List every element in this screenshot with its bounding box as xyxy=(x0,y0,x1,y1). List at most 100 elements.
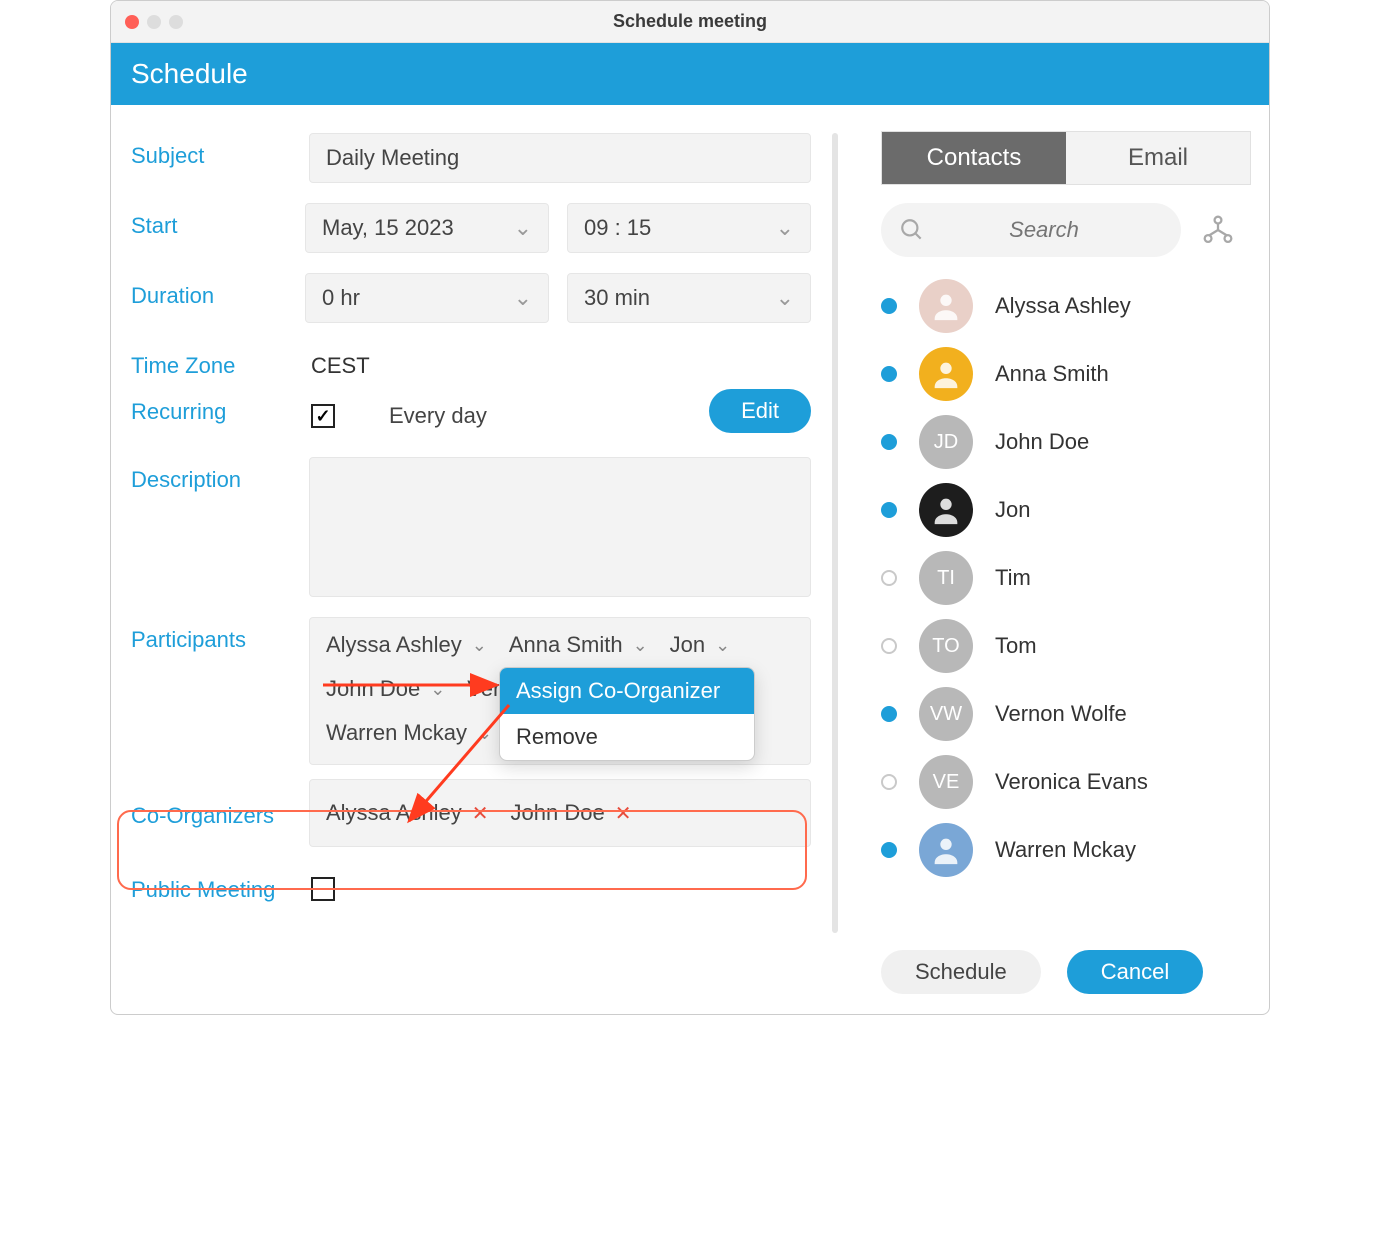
contact-name: Alyssa Ashley xyxy=(995,293,1131,319)
duration-hour-dropdown[interactable]: 0 hr ⌄ xyxy=(305,273,549,323)
contact-row[interactable]: Alyssa Ashley xyxy=(881,279,1259,333)
remove-icon[interactable]: ✕ xyxy=(472,801,489,826)
status-dot xyxy=(881,842,897,858)
avatar: VE xyxy=(919,755,973,809)
participant-name: Warren Mckay xyxy=(326,720,467,746)
status-dot xyxy=(881,366,897,382)
participant-name: Jon xyxy=(670,632,705,658)
search-box[interactable] xyxy=(881,203,1181,257)
description-input[interactable] xyxy=(309,457,811,597)
chevron-down-icon: ⌄ xyxy=(430,679,445,700)
contact-row[interactable]: Jon xyxy=(881,483,1259,537)
contact-row[interactable]: TI Tim xyxy=(881,551,1259,605)
tab-email[interactable]: Email xyxy=(1066,132,1250,184)
timezone-value: CEST xyxy=(311,343,370,379)
public-meeting-checkbox[interactable] xyxy=(311,877,335,901)
public-meeting-label: Public Meeting xyxy=(131,867,311,903)
status-dot xyxy=(881,570,897,586)
contact-name: Tim xyxy=(995,565,1031,591)
avatar xyxy=(919,347,973,401)
chevron-down-icon: ⌄ xyxy=(715,635,730,656)
search-icon xyxy=(899,217,925,243)
participant-chip[interactable]: John Doe ⌄ xyxy=(326,676,445,702)
contact-row[interactable]: Warren Mckay xyxy=(881,823,1259,877)
coorganizer-chip[interactable]: John Doe ✕ xyxy=(511,800,632,826)
participants-label: Participants xyxy=(131,617,309,653)
avatar xyxy=(919,279,973,333)
body: Subject Daily Meeting Start May, 15 2023… xyxy=(111,105,1269,1014)
status-dot xyxy=(881,434,897,450)
window-title: Schedule meeting xyxy=(111,11,1269,32)
remove-icon[interactable]: ✕ xyxy=(615,801,632,826)
contact-row[interactable]: VW Vernon Wolfe xyxy=(881,687,1259,741)
participant-name: Anna Smith xyxy=(509,632,623,658)
assign-coorganizer-menu-item[interactable]: Assign Co-Organizer xyxy=(500,668,754,714)
participant-chip[interactable]: Jon ⌄ xyxy=(670,632,731,658)
minimize-window-button[interactable] xyxy=(147,15,161,29)
start-time-value: 09 : 15 xyxy=(584,215,651,241)
duration-min-dropdown[interactable]: 30 min ⌄ xyxy=(567,273,811,323)
avatar xyxy=(919,483,973,537)
remove-participant-menu-item[interactable]: Remove xyxy=(500,714,754,760)
contact-row[interactable]: JDJohn Doe xyxy=(881,415,1259,469)
coorganizer-name: Alyssa Ashley xyxy=(326,800,462,826)
coorganizer-chip[interactable]: Alyssa Ashley ✕ xyxy=(326,800,489,826)
avatar xyxy=(919,823,973,877)
contact-name: John Doe xyxy=(995,429,1089,455)
chevron-down-icon: ⌄ xyxy=(514,215,532,241)
duration-hour-value: 0 hr xyxy=(322,285,360,311)
contact-row[interactable]: Anna Smith xyxy=(881,347,1259,401)
participant-context-menu: Assign Co-Organizer Remove xyxy=(499,667,755,761)
start-time-dropdown[interactable]: 09 : 15 ⌄ xyxy=(567,203,811,253)
contact-name: Vernon Wolfe xyxy=(995,701,1127,727)
page-banner: Schedule xyxy=(111,43,1269,105)
coorganizer-name: John Doe xyxy=(511,800,605,826)
subject-input[interactable]: Daily Meeting xyxy=(309,133,811,183)
status-dot xyxy=(881,502,897,518)
tab-contacts[interactable]: Contacts xyxy=(882,132,1066,184)
participant-chip[interactable]: Warren Mckay ⌄ xyxy=(326,720,492,746)
contact-name: Warren Mckay xyxy=(995,837,1136,863)
recurring-checkbox[interactable] xyxy=(311,404,335,428)
status-dot xyxy=(881,298,897,314)
traffic-lights xyxy=(125,15,183,29)
contact-name: Anna Smith xyxy=(995,361,1109,387)
timezone-label: Time Zone xyxy=(131,343,311,379)
coorganizers-box[interactable]: Alyssa Ashley ✕ John Doe ✕ xyxy=(309,779,811,847)
close-window-button[interactable] xyxy=(125,15,139,29)
participant-chip[interactable]: Alyssa Ashley ⌄ xyxy=(326,632,487,658)
chevron-down-icon: ⌄ xyxy=(633,635,648,656)
cancel-button[interactable]: Cancel xyxy=(1067,950,1203,994)
schedule-button[interactable]: Schedule xyxy=(881,950,1041,994)
titlebar: Schedule meeting xyxy=(111,1,1269,43)
status-dot xyxy=(881,706,897,722)
chevron-down-icon: ⌄ xyxy=(477,723,492,744)
contacts-tabs: Contacts Email xyxy=(881,131,1251,185)
avatar: VW xyxy=(919,687,973,741)
chevron-down-icon: ⌄ xyxy=(514,285,532,311)
chevron-down-icon: ⌄ xyxy=(776,285,794,311)
org-chart-icon[interactable] xyxy=(1201,213,1235,247)
participant-chip[interactable]: Anna Smith ⌄ xyxy=(509,632,648,658)
contact-row[interactable]: VE Veronica Evans xyxy=(881,755,1259,809)
start-date-dropdown[interactable]: May, 15 2023 ⌄ xyxy=(305,203,549,253)
contact-name: Veronica Evans xyxy=(995,769,1148,795)
contact-name: Jon xyxy=(995,497,1030,523)
status-dot xyxy=(881,638,897,654)
scroll-indicator[interactable] xyxy=(831,105,839,1014)
edit-recurring-button[interactable]: Edit xyxy=(709,389,811,433)
contact-row[interactable]: TOTom xyxy=(881,619,1259,673)
recurring-value: Every day xyxy=(389,393,487,429)
coorganizers-label: Co-Organizers xyxy=(131,779,309,829)
contact-list: Alyssa Ashley Anna Smith JDJohn Doe Jon TI Ti… xyxy=(881,279,1259,877)
contacts-panel: Contacts Email Alyssa Ashley Anna Smith JD… xyxy=(839,105,1269,1014)
page-title: Schedule xyxy=(131,58,248,90)
start-date-value: May, 15 2023 xyxy=(322,215,454,241)
chevron-down-icon: ⌄ xyxy=(776,215,794,241)
avatar: TI xyxy=(919,551,973,605)
subject-label: Subject xyxy=(131,133,309,169)
schedule-form: Subject Daily Meeting Start May, 15 2023… xyxy=(111,105,831,1014)
zoom-window-button[interactable] xyxy=(169,15,183,29)
search-input[interactable] xyxy=(925,216,1163,244)
meeting-window: Schedule meeting Schedule Subject Daily … xyxy=(110,0,1270,1015)
